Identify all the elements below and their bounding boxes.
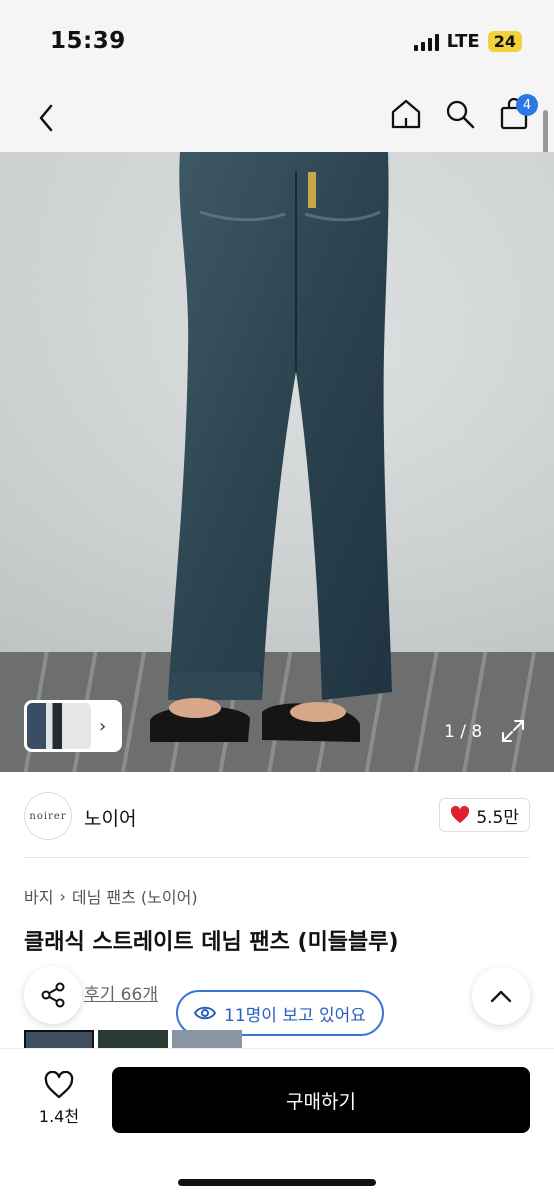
divider xyxy=(24,857,530,858)
share-icon xyxy=(41,982,65,1008)
heart-outline-icon xyxy=(44,1071,74,1099)
seller-logo: noirer xyxy=(24,792,72,840)
breadcrumb-subcategory[interactable]: 데님 팬츠 (노이어) xyxy=(72,884,198,908)
breadcrumb: 바지 › 데님 팬츠 (노이어) xyxy=(24,884,198,908)
home-button[interactable] xyxy=(388,94,424,134)
cart-button[interactable]: 4 xyxy=(496,94,538,134)
chevron-right-icon: › xyxy=(99,715,107,737)
wishlist-count: 1.4천 xyxy=(38,1107,80,1126)
like-count: 5.5만 xyxy=(476,807,519,828)
product-title: 클래식 스트레이트 데님 팬츠 (미들블루) xyxy=(24,930,399,955)
search-button[interactable] xyxy=(442,94,478,134)
wishlist-button[interactable]: 1.4천 xyxy=(28,1071,90,1127)
status-indicators: LTE 24 xyxy=(413,31,522,52)
product-image-gallery[interactable]: › 1 / 8 xyxy=(0,152,554,772)
image-counter: 1 / 8 xyxy=(444,722,483,742)
cart-count-badge: 4 xyxy=(516,94,538,116)
expand-icon[interactable] xyxy=(500,718,526,744)
nav-bar: 4 xyxy=(0,86,554,190)
option-thumbnail[interactable] xyxy=(172,1030,242,1050)
option-thumbnail[interactable] xyxy=(98,1030,168,1050)
home-icon xyxy=(391,99,421,129)
eye-icon xyxy=(194,1006,216,1020)
chevron-left-icon xyxy=(39,104,53,132)
battery-icon: 24 xyxy=(487,31,522,52)
status-time: 15:39 xyxy=(50,28,126,54)
buy-button[interactable]: 구매하기 xyxy=(112,1067,530,1133)
nav-actions: 4 xyxy=(388,94,538,134)
gallery-thumbnail xyxy=(27,703,91,749)
bottom-action-bar: 1.4천 구매하기 xyxy=(0,1048,554,1200)
option-thumbnail[interactable] xyxy=(24,1030,94,1050)
viewers-text: 11명이 보고 있어요 xyxy=(224,1005,366,1026)
home-indicator[interactable] xyxy=(178,1179,376,1186)
chevron-right-icon: › xyxy=(59,886,66,906)
like-button[interactable]: 5.5만 xyxy=(439,798,530,832)
jeans-photo xyxy=(150,152,392,742)
breadcrumb-category[interactable]: 바지 xyxy=(24,884,53,908)
seller-row[interactable]: noirer 노이어 5.5만 xyxy=(0,772,554,858)
chevron-up-icon xyxy=(490,990,512,1003)
review-link[interactable]: 후기 66개 xyxy=(84,980,158,1005)
gallery-thumbnail-button[interactable]: › xyxy=(24,700,122,752)
search-icon xyxy=(446,100,475,129)
status-bar: 15:39 LTE 24 xyxy=(0,0,554,86)
heart-filled-icon xyxy=(451,806,470,823)
signal-icon xyxy=(413,33,439,51)
seller-name[interactable]: 노이어 xyxy=(84,804,136,831)
back-button[interactable] xyxy=(26,96,66,140)
option-thumbnails xyxy=(24,1030,242,1050)
scroll-to-top-button[interactable] xyxy=(472,967,530,1025)
network-type: LTE xyxy=(446,31,480,52)
share-button[interactable] xyxy=(24,966,82,1024)
